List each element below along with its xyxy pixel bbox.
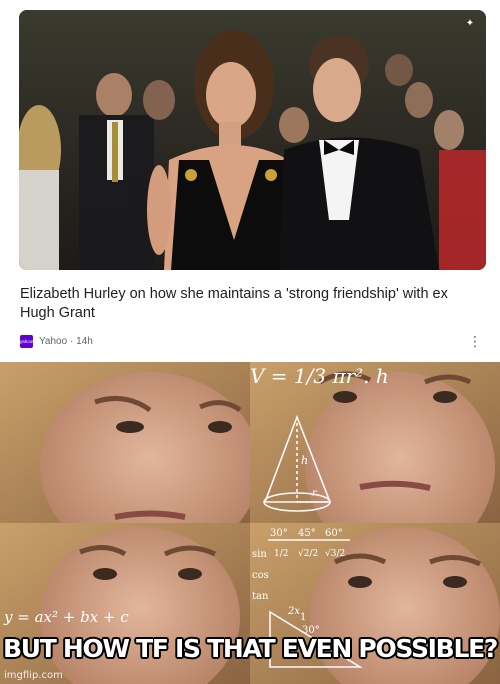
frac-root3-label: √3/2 [325,549,346,559]
trig-cos-label: cos [252,570,269,581]
sparkle-icon: ✦ [465,18,475,29]
trig-tan-label: tan [252,591,269,602]
two-x-label: 2x [288,606,301,617]
article-photo[interactable]: ✦ [19,10,486,270]
cone-radius-label: r [312,488,317,499]
angle-30-label: 30° [270,528,288,539]
trig-sin-label: sin [252,549,267,560]
cone-height-label: h [301,454,309,467]
source-meta: Yahoo · 14h [39,336,93,347]
angle-60-label: 60° [325,528,343,539]
article-headline[interactable]: Elizabeth Hurley on how she maintains a … [20,285,480,323]
imgflip-watermark: imgflip.com [4,670,63,681]
article-age: 14h [76,335,93,347]
yahoo-logo-icon: yahoo! [20,334,33,348]
news-card[interactable]: ✦ Elizabeth Hurley on how she maintains … [0,0,500,362]
one-label: 1 [300,612,307,623]
quadratic-formula: y = ax² + bx + c [4,608,129,626]
frac-half-label: 1/2 [274,549,289,559]
frac-root2-label: √2/2 [298,549,319,559]
article-meta: yahoo! Yahoo · 14h [20,334,93,348]
more-options-icon[interactable]: ⋮ [468,333,482,349]
volume-formula: V = 1/3 πr². h [250,364,389,388]
angle-45-label: 45° [298,528,316,539]
meta-separator: · [69,335,74,347]
source-name: Yahoo [39,335,68,347]
meme-caption: BUT HOW TF IS THAT EVEN POSSIBLE? [2,634,498,663]
